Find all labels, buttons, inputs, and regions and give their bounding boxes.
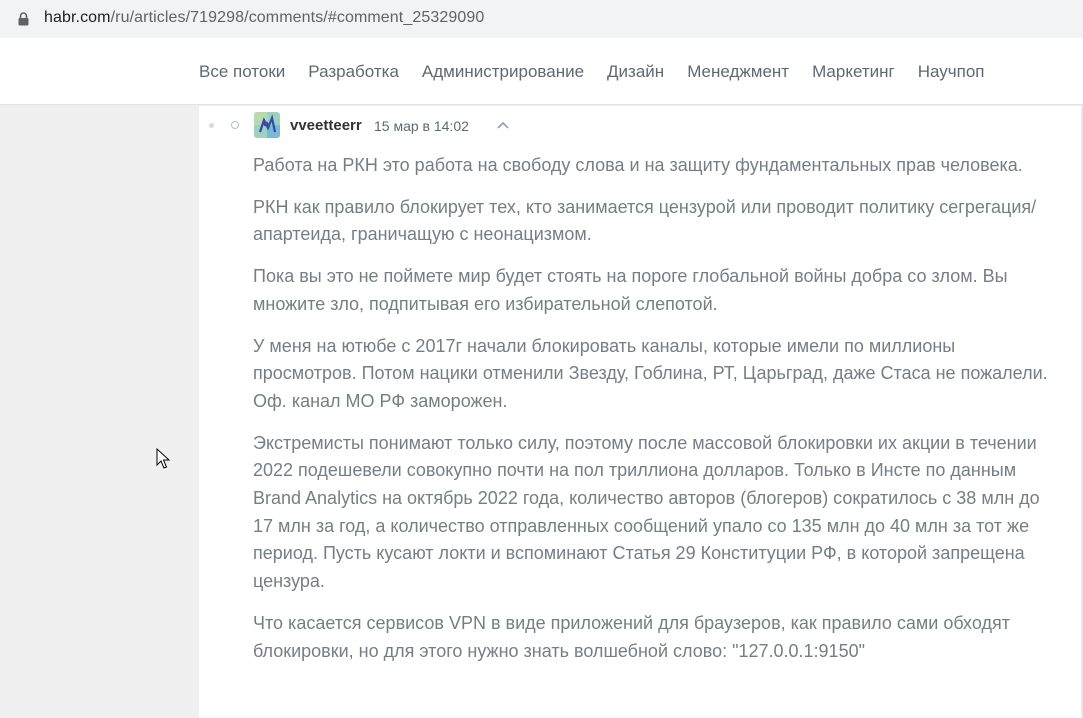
comment-paragraph: Что касается сервисов VPN в виде приложе…: [253, 612, 1010, 661]
url-field[interactable]: habr.com/ru/articles/719298/comments/#co…: [0, 0, 1083, 38]
comment-body: Работа на РКН это работа на свободу слов…: [253, 152, 1063, 679]
comment-paragraph: Пока вы это не поймете мир будет стоять …: [253, 266, 1008, 314]
browser-address-bar: habr.com/ru/articles/719298/comments/#co…: [0, 0, 1083, 40]
comment-timestamp[interactable]: 15 мар в 14:02: [374, 118, 469, 134]
comment-author[interactable]: vveetteerr: [290, 117, 362, 134]
nav-menu: Все потоки Разработка Администрирование …: [199, 62, 1008, 82]
comment-paragraph: Работа на РКН это работа на свободу слов…: [253, 155, 1023, 175]
url-host: habr.com: [44, 9, 111, 26]
comment-paragraph: РКН как правило блокирует тех, кто заним…: [253, 196, 1037, 245]
nav-item-administration[interactable]: Администрирование: [422, 62, 584, 82]
comment-paragraph: У меня на ютюбе с 2017г начали блокирова…: [253, 335, 1048, 411]
top-navigation: Все потоки Разработка Администрирование …: [0, 40, 1083, 105]
nav-item-all-flows[interactable]: Все потоки: [199, 62, 285, 82]
url-path: /ru/articles/719298/comments/#comment_25…: [110, 9, 485, 26]
comment-paragraph: Экстремисты понимают только силу, поэтом…: [253, 432, 1040, 592]
nav-item-development[interactable]: Разработка: [308, 62, 399, 82]
nav-item-popular-science[interactable]: Научпоп: [918, 62, 985, 82]
mouse-cursor-icon: [156, 448, 170, 469]
nav-item-management[interactable]: Менеджмент: [687, 62, 789, 82]
nav-item-design[interactable]: Дизайн: [607, 62, 664, 82]
user-avatar[interactable]: [254, 112, 280, 138]
chevron-up-icon[interactable]: [496, 120, 510, 130]
lock-icon[interactable]: [18, 12, 29, 26]
thread-ring-icon: [231, 121, 239, 129]
url-text[interactable]: habr.com/ru/articles/719298/comments/#co…: [44, 9, 484, 27]
nav-item-marketing[interactable]: Маркетинг: [812, 62, 895, 82]
thread-dot-icon: [209, 123, 214, 128]
